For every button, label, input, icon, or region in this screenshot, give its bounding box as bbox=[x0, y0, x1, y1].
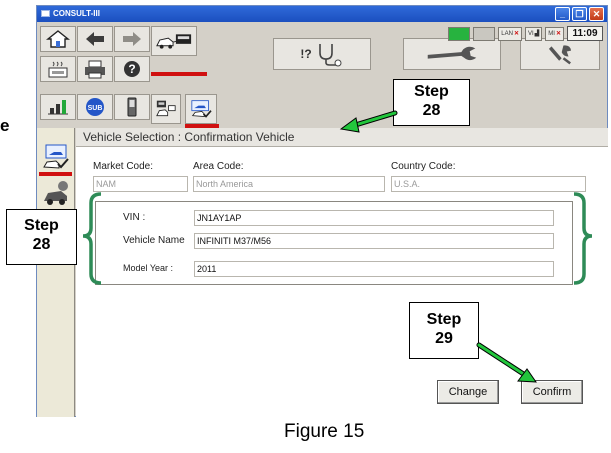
restore-button[interactable]: ❐ bbox=[572, 7, 587, 21]
window-title: CONSULT-III bbox=[53, 9, 100, 18]
svg-text:?: ? bbox=[128, 62, 135, 76]
change-button[interactable]: Change bbox=[437, 380, 499, 404]
window-controls: _ ❐ ✕ bbox=[555, 7, 604, 21]
area-code-label: Area Code: bbox=[193, 161, 244, 172]
tools-icon bbox=[548, 45, 572, 65]
vehicle-name-field: INFINITI M37/M56 bbox=[194, 233, 554, 249]
disconnected-icon: ✕ bbox=[555, 31, 561, 37]
print-settings-button[interactable] bbox=[40, 56, 76, 82]
printer-icon bbox=[85, 60, 105, 79]
figure-caption: Figure 15 bbox=[284, 421, 365, 442]
help-button[interactable]: ? bbox=[114, 56, 150, 82]
car-vi-icon bbox=[156, 34, 192, 49]
selected-indicator bbox=[39, 172, 72, 176]
help-icon: ? bbox=[124, 61, 140, 77]
status-area: LAN ✕ VI ▟ MI ✕ 11:09 bbox=[448, 26, 603, 41]
app-icon bbox=[41, 10, 50, 17]
close-button[interactable]: ✕ bbox=[589, 7, 604, 21]
printer-button[interactable] bbox=[77, 56, 113, 82]
minimize-button[interactable]: _ bbox=[555, 7, 570, 21]
area-code-field: North America bbox=[193, 176, 385, 192]
vehicle-connection-button[interactable] bbox=[151, 26, 197, 56]
sub-icon: SUB bbox=[86, 98, 104, 116]
heater-icon bbox=[48, 61, 68, 78]
vehicle-info-panel: VIN : JN1AY1AP Vehicle Name INFINITI M37… bbox=[95, 201, 573, 285]
left-sidebar bbox=[37, 128, 75, 417]
stray-letter: e bbox=[0, 116, 10, 135]
diagnosis-button[interactable]: !? bbox=[273, 38, 371, 70]
consult-window: CONSULT-III _ ❐ ✕ !? LAN ✕ VI ▟ MI ✕ 11:… bbox=[36, 5, 608, 417]
level-chart-icon bbox=[48, 100, 68, 115]
main-content: Vehicle Selection : Confirmation Vehicle… bbox=[76, 128, 608, 417]
stethoscope-icon bbox=[318, 44, 342, 67]
clock: 11:09 bbox=[567, 26, 603, 41]
mobile-device-button[interactable] bbox=[114, 94, 150, 120]
country-code-field: U.S.A. bbox=[391, 176, 586, 192]
vin-label: VIN : bbox=[123, 212, 146, 223]
country-code-label: Country Code: bbox=[391, 161, 456, 172]
arrow-right-icon bbox=[123, 32, 141, 46]
tools-button[interactable] bbox=[520, 38, 600, 70]
lan-status: LAN ✕ bbox=[498, 26, 522, 41]
selected-indicator bbox=[151, 72, 207, 76]
document-page: e CONSULT-III _ ❐ ✕ !? LAN ✕ VI ▟ MI ✕ 1… bbox=[0, 0, 611, 453]
diagnosis-label: !? bbox=[300, 47, 312, 61]
ecu-icon bbox=[156, 100, 176, 117]
sidebar-vehicle-confirm[interactable] bbox=[39, 142, 72, 172]
mi-status: MI ✕ bbox=[545, 26, 564, 41]
home-button[interactable] bbox=[40, 26, 76, 52]
ecu-select-button[interactable] bbox=[151, 94, 181, 124]
step-28-callout-top: Step 28 bbox=[393, 79, 470, 126]
sidebar-vehicle-history[interactable] bbox=[39, 178, 72, 208]
model-year-field: 2011 bbox=[194, 261, 554, 277]
vehicle-confirm-button[interactable] bbox=[185, 94, 217, 124]
car-check-icon bbox=[191, 100, 212, 118]
forward-button[interactable] bbox=[114, 26, 150, 52]
sub-mode-button[interactable]: SUB bbox=[77, 94, 113, 120]
wrench-icon bbox=[427, 46, 477, 61]
home-icon bbox=[46, 30, 70, 48]
signal-icon: ▟ bbox=[534, 31, 540, 37]
monitor-button[interactable] bbox=[40, 94, 76, 120]
phone-icon bbox=[127, 97, 137, 117]
step-29-callout: Step 29 bbox=[409, 302, 479, 359]
arrow-left-icon bbox=[86, 32, 104, 46]
page-title: Vehicle Selection : Confirmation Vehicle bbox=[76, 128, 608, 147]
work-support-button[interactable] bbox=[403, 38, 501, 70]
vehicle-confirm-icon bbox=[42, 144, 69, 169]
back-button[interactable] bbox=[77, 26, 113, 52]
svg-text:SUB: SUB bbox=[88, 105, 103, 112]
toolbar: !? LAN ✕ VI ▟ MI ✕ 11:09 ? SUB bbox=[37, 22, 607, 128]
vi-status bbox=[473, 26, 496, 41]
disconnected-icon: ✕ bbox=[513, 31, 519, 37]
battery-status bbox=[448, 26, 471, 41]
car-gear-icon bbox=[43, 181, 68, 205]
vehicle-name-label: Vehicle Name bbox=[123, 235, 185, 246]
vi-signal-status: VI ▟ bbox=[525, 26, 543, 41]
market-code-label: Market Code: bbox=[93, 161, 154, 172]
confirm-button[interactable]: Confirm bbox=[521, 380, 583, 404]
vin-field: JN1AY1AP bbox=[194, 210, 554, 226]
model-year-label: Model Year : bbox=[123, 263, 174, 273]
market-code-field: NAM bbox=[93, 176, 188, 192]
title-bar: CONSULT-III _ ❐ ✕ bbox=[37, 6, 607, 22]
step-28-callout-left: Step 28 bbox=[6, 209, 77, 265]
